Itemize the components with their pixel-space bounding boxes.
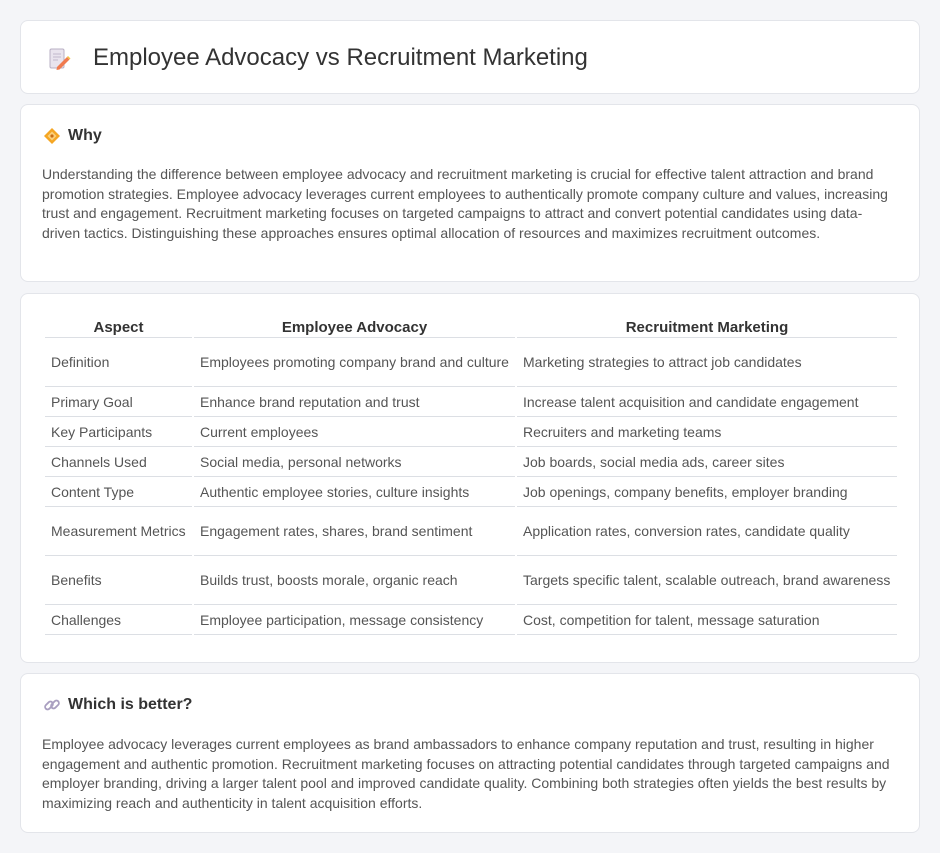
better-heading: Which is better? bbox=[68, 696, 193, 713]
recruitment-cell: Job openings, company benefits, employer… bbox=[517, 477, 897, 507]
why-heading: Why bbox=[68, 127, 102, 144]
aspect-cell: Benefits bbox=[45, 556, 192, 605]
aspect-cell: Channels Used bbox=[45, 447, 192, 477]
table-header-row: Aspect Employee Advocacy Recruitment Mar… bbox=[45, 316, 897, 338]
aspect-cell: Measurement Metrics bbox=[45, 507, 192, 556]
advocacy-cell: Builds trust, boosts morale, organic rea… bbox=[194, 556, 515, 605]
document-pencil-icon bbox=[49, 48, 71, 70]
header-employee-advocacy: Employee Advocacy bbox=[194, 316, 515, 338]
recruitment-cell: Recruiters and marketing teams bbox=[517, 417, 897, 447]
which-better-section: Which is better? Employee advocacy lever… bbox=[20, 673, 920, 833]
table-row: Key Participants Current employees Recru… bbox=[45, 417, 897, 447]
aspect-cell: Key Participants bbox=[45, 417, 192, 447]
aspect-cell: Challenges bbox=[45, 605, 192, 635]
advocacy-cell: Employees promoting company brand and cu… bbox=[194, 338, 515, 387]
comparison-section: Aspect Employee Advocacy Recruitment Mar… bbox=[20, 293, 920, 663]
diamond-icon bbox=[44, 128, 60, 144]
aspect-cell: Primary Goal bbox=[45, 387, 192, 417]
recruitment-cell: Targets specific talent, scalable outrea… bbox=[517, 556, 897, 605]
comparison-table: Aspect Employee Advocacy Recruitment Mar… bbox=[43, 316, 899, 635]
advocacy-cell: Enhance brand reputation and trust bbox=[194, 387, 515, 417]
why-text: Understanding the difference between emp… bbox=[42, 166, 888, 241]
advocacy-cell: Engagement rates, shares, brand sentimen… bbox=[194, 507, 515, 556]
advocacy-cell: Employee participation, message consiste… bbox=[194, 605, 515, 635]
header-aspect: Aspect bbox=[45, 316, 192, 338]
aspect-cell: Definition bbox=[45, 338, 192, 387]
table-row: Primary Goal Enhance brand reputation an… bbox=[45, 387, 897, 417]
page-title: Employee Advocacy vs Recruitment Marketi… bbox=[93, 44, 588, 71]
better-text: Employee advocacy leverages current empl… bbox=[42, 736, 890, 811]
better-heading-row: Which is better? bbox=[43, 696, 192, 714]
advocacy-cell: Authentic employee stories, culture insi… bbox=[194, 477, 515, 507]
aspect-cell: Content Type bbox=[45, 477, 192, 507]
table-row: Content Type Authentic employee stories,… bbox=[45, 477, 897, 507]
table-row: Measurement Metrics Engagement rates, sh… bbox=[45, 507, 897, 556]
recruitment-cell: Application rates, conversion rates, can… bbox=[517, 507, 897, 556]
title-card: Employee Advocacy vs Recruitment Marketi… bbox=[20, 20, 920, 94]
link-icon bbox=[44, 699, 60, 711]
advocacy-cell: Current employees bbox=[194, 417, 515, 447]
why-heading-row: Why bbox=[43, 127, 102, 145]
table-row: Challenges Employee participation, messa… bbox=[45, 605, 897, 635]
recruitment-cell: Increase talent acquisition and candidat… bbox=[517, 387, 897, 417]
advocacy-cell: Social media, personal networks bbox=[194, 447, 515, 477]
recruitment-cell: Marketing strategies to attract job cand… bbox=[517, 338, 897, 387]
table-row: Channels Used Social media, personal net… bbox=[45, 447, 897, 477]
header-recruitment-marketing: Recruitment Marketing bbox=[517, 316, 897, 338]
table-row: Definition Employees promoting company b… bbox=[45, 338, 897, 387]
recruitment-cell: Cost, competition for talent, message sa… bbox=[517, 605, 897, 635]
table-row: Benefits Builds trust, boosts morale, or… bbox=[45, 556, 897, 605]
why-section: Why Understanding the difference between… bbox=[20, 104, 920, 282]
recruitment-cell: Job boards, social media ads, career sit… bbox=[517, 447, 897, 477]
